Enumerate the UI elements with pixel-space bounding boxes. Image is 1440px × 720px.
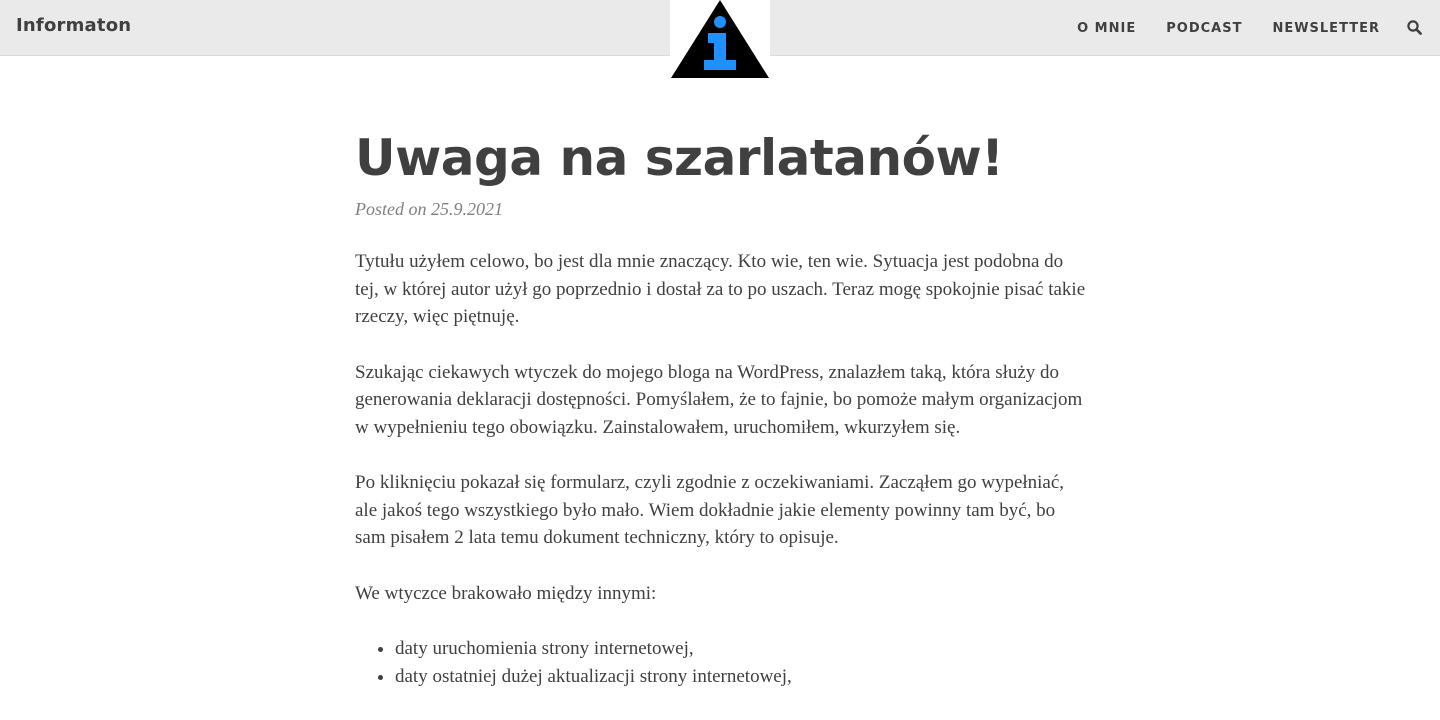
main-navigation: O MNIE PODCAST NEWSLETTER (1077, 0, 1380, 56)
blog-post: Uwaga na szarlatanów! Posted on 25.9.202… (355, 126, 1090, 691)
post-paragraph: Szukając ciekawych wtyczek do mojego blo… (355, 361, 1083, 438)
list-item: daty ostatniej dużej aktualizacji strony… (395, 663, 1090, 691)
post-date: 25.9.2021 (431, 199, 503, 219)
site-logo[interactable] (670, 0, 770, 80)
post-title: Uwaga na szarlatanów! (355, 129, 1004, 187)
post-meta: Posted on 25.9.2021 (355, 196, 1090, 222)
post-paragraph: We wtyczce brakowało między innymi: (355, 582, 657, 604)
search-icon (1407, 20, 1422, 35)
nav-item-o-mnie[interactable]: O MNIE (1077, 21, 1136, 36)
post-paragraph: Tytułu użyłem celowo, bo jest dla mnie z… (355, 251, 1086, 327)
missing-items-list: daty uruchomienia strony internetowej, d… (355, 635, 1090, 691)
post-meta-prefix: Posted on (355, 199, 427, 219)
nav-item-podcast[interactable]: PODCAST (1166, 21, 1242, 36)
nav-item-newsletter[interactable]: NEWSLETTER (1272, 21, 1380, 36)
info-triangle-icon (671, 0, 769, 78)
site-header: Informaton O MNIE PODCAST NEWSLETTER (0, 0, 1440, 80)
search-button[interactable] (1406, 19, 1424, 37)
site-brand-link[interactable]: Informaton (16, 15, 131, 36)
list-item: daty uruchomienia strony internetowej, (395, 635, 1090, 663)
post-paragraph: Po kliknięciu pokazał się formularz, czy… (355, 472, 1065, 548)
